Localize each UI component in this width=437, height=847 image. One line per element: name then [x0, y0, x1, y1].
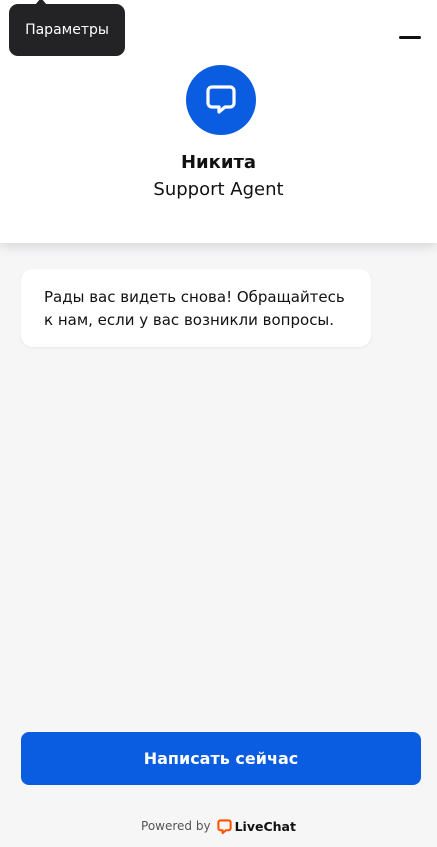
chat-bubble-icon	[206, 85, 236, 114]
livechat-logo-icon	[216, 818, 232, 834]
minimize-button[interactable]	[398, 27, 422, 47]
minimize-icon	[399, 36, 421, 39]
agent-avatar	[186, 65, 256, 135]
message-bubble: Рады вас видеть снова! Обращайтесь к нам…	[21, 269, 371, 347]
write-now-button[interactable]: Написать сейчас	[21, 732, 421, 785]
chat-widget: Никита Support Agent Параметры Рады вас …	[0, 0, 437, 847]
powered-by-label: Powered by	[141, 819, 211, 833]
settings-tooltip: Параметры	[9, 0, 125, 56]
powered-by-footer[interactable]: Powered by LiveChat	[0, 815, 437, 837]
agent-name: Никита	[180, 152, 257, 173]
livechat-brand-name: LiveChat	[234, 818, 296, 834]
agent-role: Support Agent	[153, 179, 284, 200]
